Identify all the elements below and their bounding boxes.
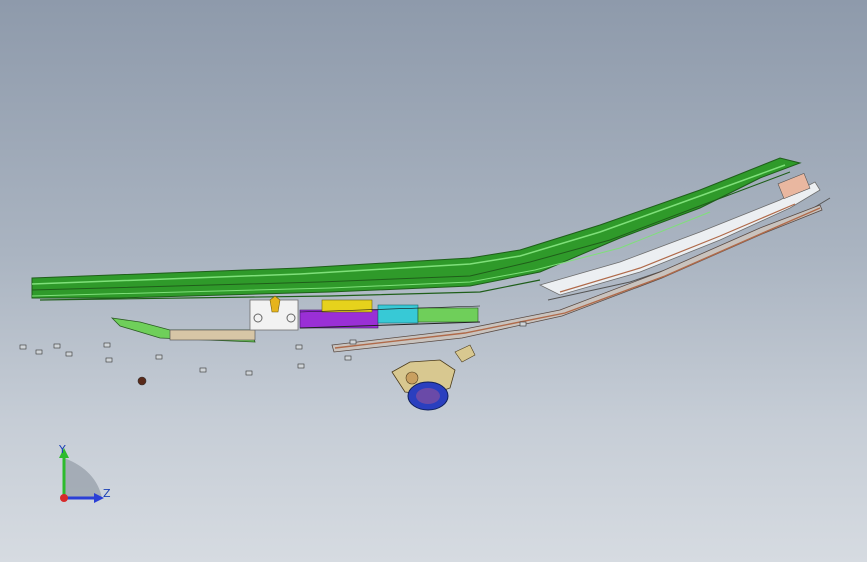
y-axis-label: Y <box>59 443 66 456</box>
3d-viewport[interactable]: Y Z <box>0 0 867 562</box>
z-axis-label: Z <box>103 487 111 500</box>
adjuster-mechanism[interactable] <box>299 299 481 329</box>
cad-model[interactable] <box>0 0 867 562</box>
left-bracket[interactable] <box>110 295 299 343</box>
green-rail-bundle[interactable] <box>31 157 802 301</box>
x-axis-dot <box>60 494 68 502</box>
motor-assembly[interactable] <box>391 344 476 411</box>
